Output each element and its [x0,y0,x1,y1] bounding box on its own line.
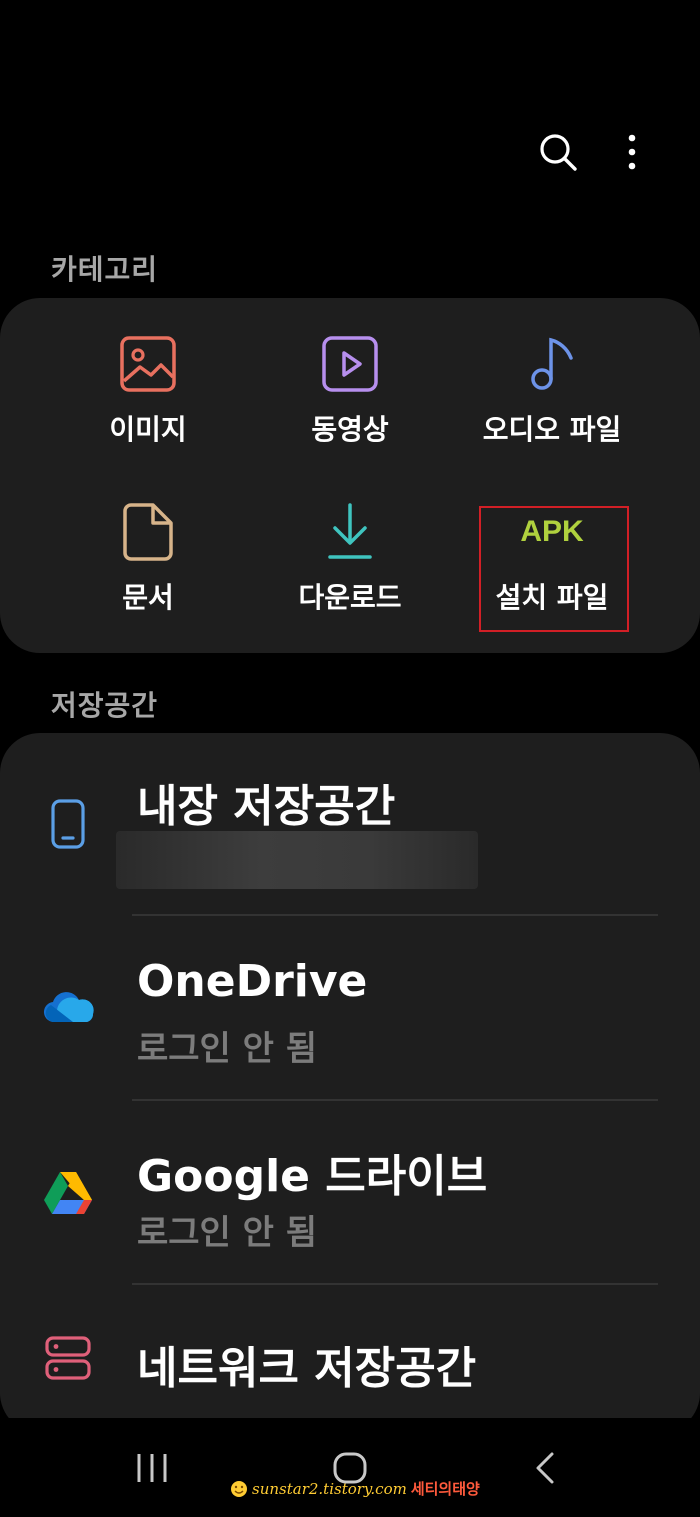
watermark: sunstar2.tistory.com 세티의태양 [230,1478,480,1499]
document-icon [108,492,188,572]
smiley-icon [231,1480,247,1497]
storage-item-title: Google 드라이브 [137,1151,488,1202]
search-icon [540,134,577,171]
storage-item-status: 로그인 안 됨 [137,1029,318,1069]
category-label: 문서 [122,581,174,614]
storage-item-status: 로그인 안 됨 [137,1213,318,1253]
recent-apps-icon [137,1454,167,1482]
more-vertical-icon [628,134,636,170]
google-drive-icon [38,1162,98,1222]
storage-item-title: 내장 저장공간 [137,781,396,832]
network-storage-icon [38,1328,98,1388]
category-documents[interactable]: 문서 [48,492,248,616]
image-icon [108,324,188,404]
download-icon [310,492,390,572]
category-videos[interactable]: 동영상 [250,324,450,448]
phone-icon [38,794,98,854]
recent-apps-button[interactable] [120,1440,184,1496]
category-label: 동영상 [311,413,389,446]
back-icon [536,1452,554,1484]
music-note-icon [512,324,592,404]
storage-item-title: OneDrive [137,956,368,1007]
categories-title: 카테고리 [51,253,159,286]
watermark-url: sunstar2.tistory.com [252,1479,407,1498]
storage-title: 저장공간 [51,689,159,722]
storage-item-onedrive[interactable] [0,916,700,1100]
category-images[interactable]: 이미지 [48,324,248,448]
category-label: 오디오 파일 [482,413,622,446]
redacted-usage-bar [116,831,478,889]
onedrive-icon [40,977,100,1037]
storage-item-title: 네트워크 저장공간 [137,1343,477,1394]
watermark-brand: 세티의태양 [410,1480,480,1498]
category-downloads[interactable]: 다운로드 [250,492,450,616]
category-audio[interactable]: 오디오 파일 [452,324,652,448]
category-label: 다운로드 [298,581,402,614]
highlight-box [479,506,629,632]
video-icon [310,324,390,404]
category-label: 이미지 [109,413,187,446]
back-button[interactable] [515,1438,575,1498]
search-button[interactable] [530,124,586,180]
more-options-button[interactable] [610,124,654,180]
